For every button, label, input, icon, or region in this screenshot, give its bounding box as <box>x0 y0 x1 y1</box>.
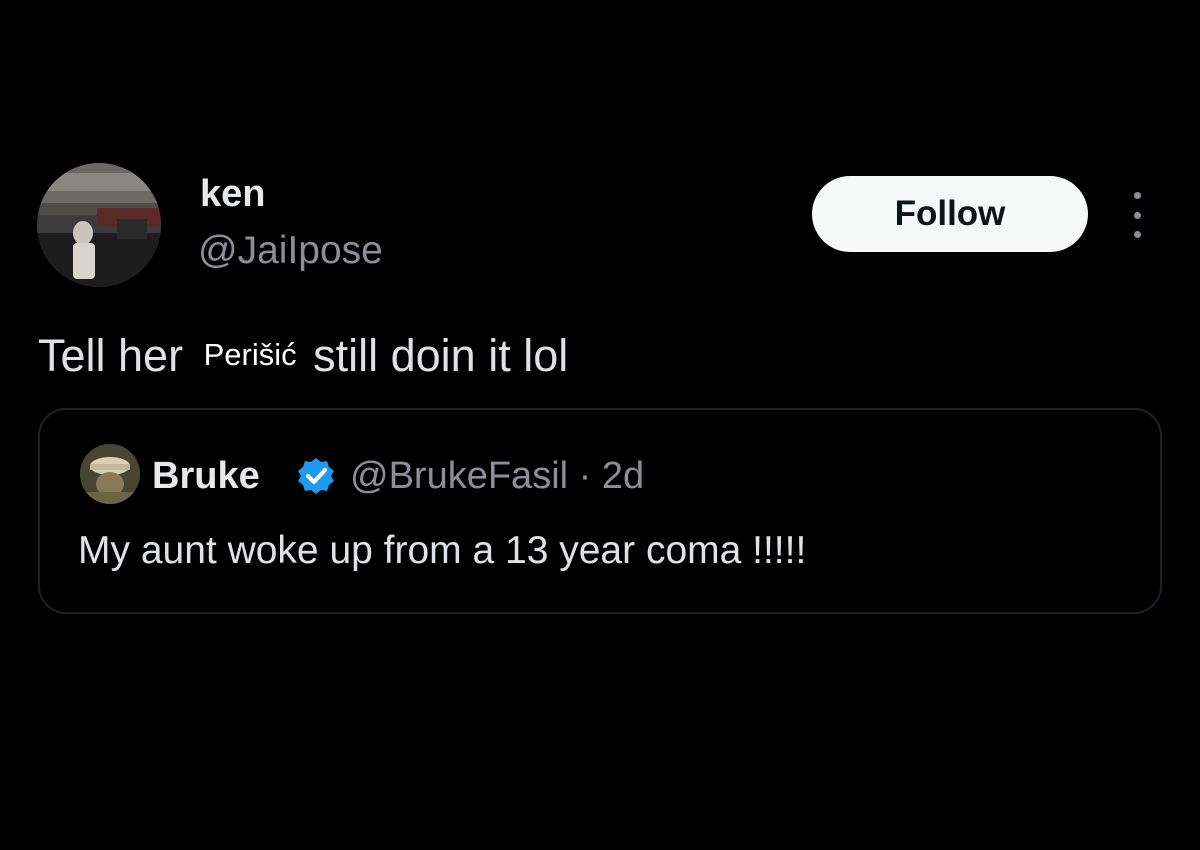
more-dot <box>1133 211 1141 219</box>
tweet-text-before: Tell her <box>38 330 184 381</box>
author-display-name[interactable]: ken <box>200 172 265 216</box>
quoted-author-avatar[interactable] <box>80 444 140 504</box>
more-dot <box>1133 192 1141 199</box>
more-dot <box>1133 231 1141 238</box>
tweet-body: Tell her Perišić still doin it lol <box>38 328 569 389</box>
quoted-tweet-card[interactable]: Bruke @BrukeFasil · 2d My aunt woke up f… <box>38 408 1162 614</box>
tweet-text-after: still doin it lol <box>313 330 569 381</box>
meta-separator: · <box>578 455 592 497</box>
follow-button[interactable]: Follow <box>812 176 1088 252</box>
author-avatar[interactable] <box>37 163 161 287</box>
more-options-icon[interactable] <box>1122 192 1152 238</box>
quoted-author-handle[interactable]: @BrukeFasil <box>350 455 568 497</box>
quoted-author-name[interactable]: Bruke <box>152 454 260 498</box>
quoted-tweet-meta: @BrukeFasil · 2d <box>350 454 644 498</box>
masked-word-label: Perišić <box>195 335 301 389</box>
quoted-tweet-text: My aunt woke up from a 13 year coma !!!!… <box>78 529 807 572</box>
author-handle[interactable]: @JaiIpose <box>198 228 383 274</box>
quoted-tweet-time[interactable]: 2d <box>602 455 644 497</box>
verified-badge-icon <box>298 458 334 494</box>
